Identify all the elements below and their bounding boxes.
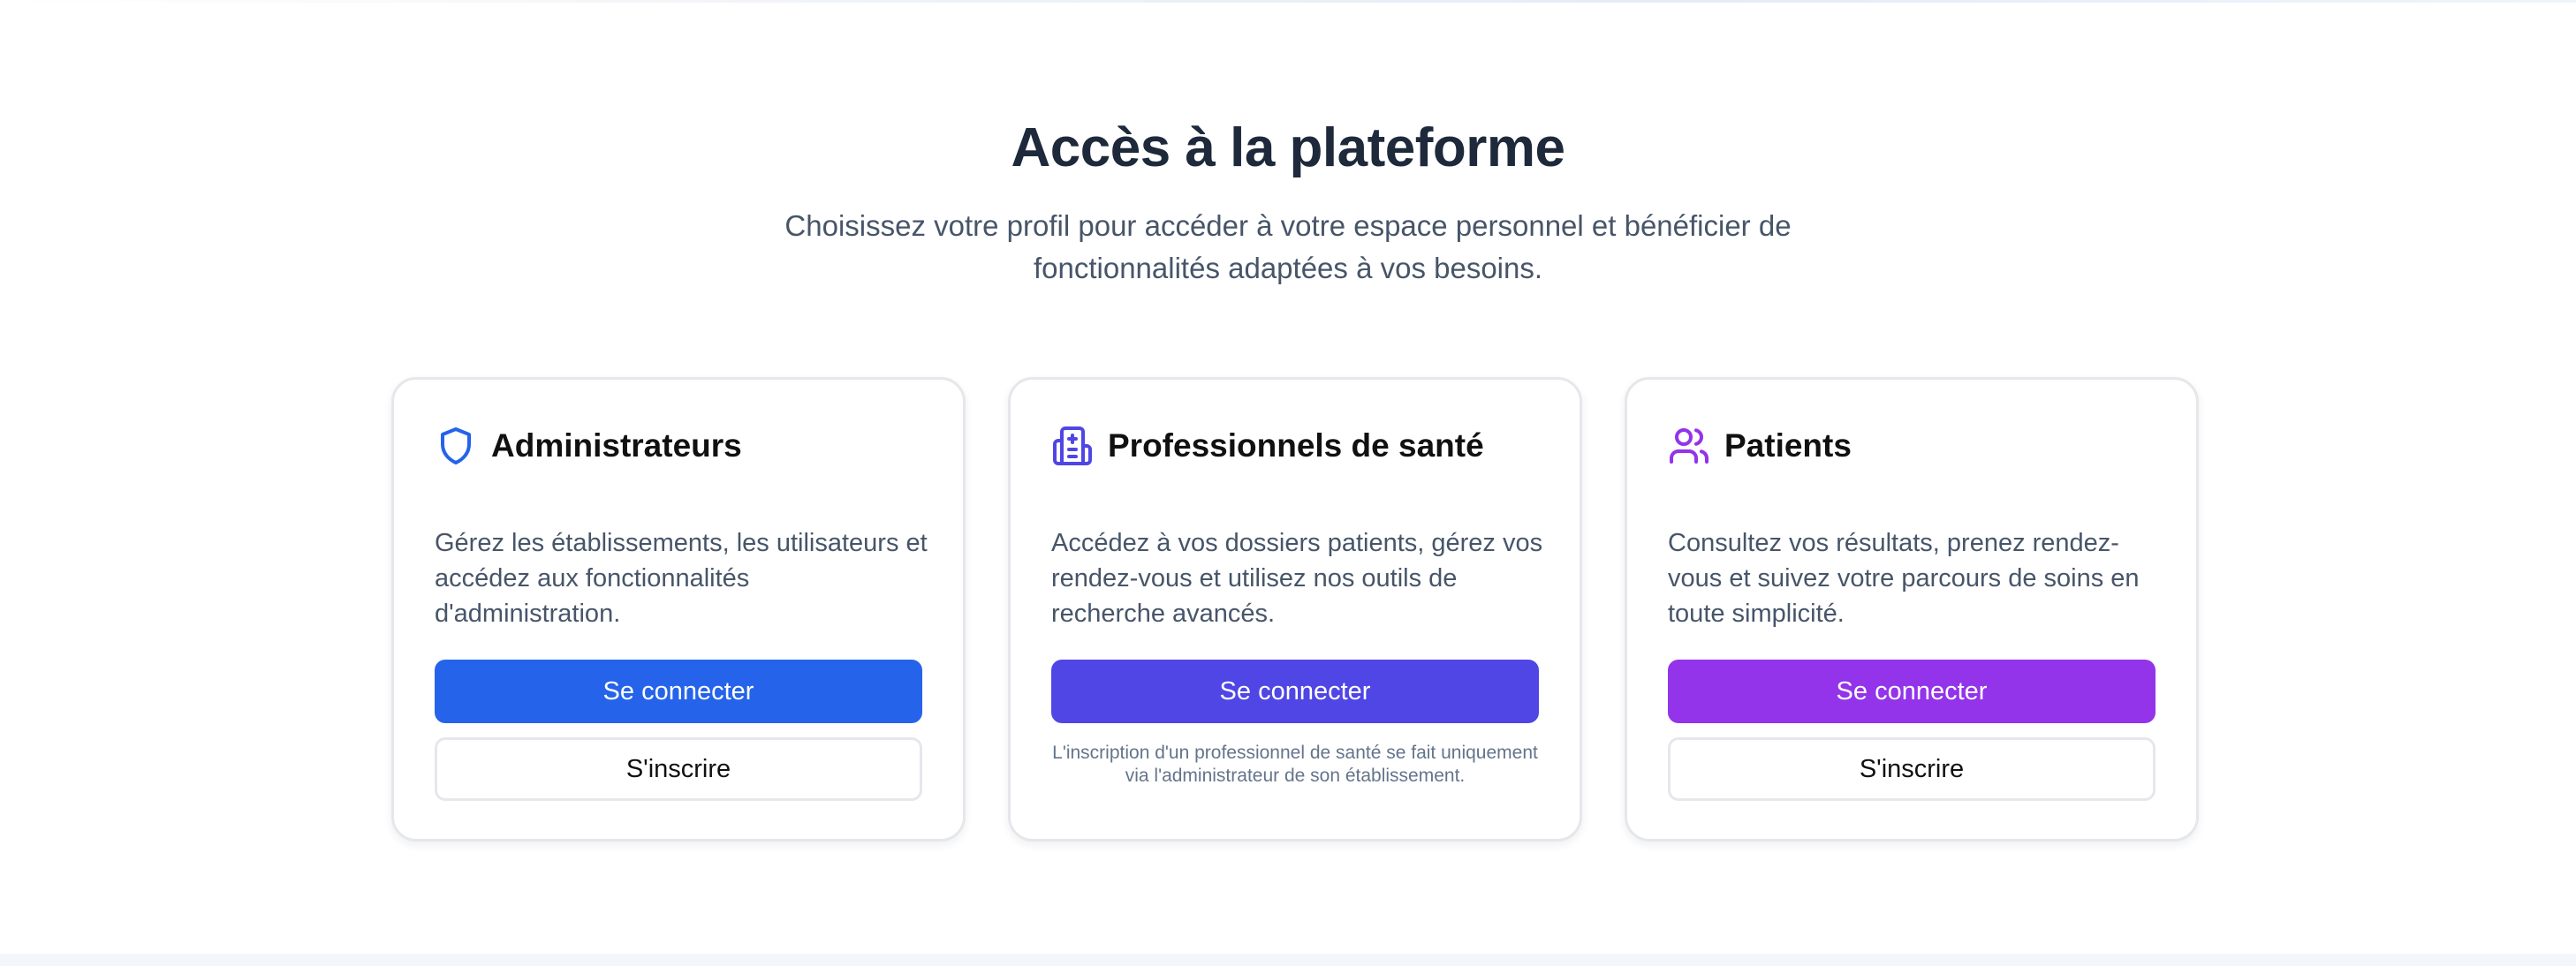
card-patients: Patients Consultez vos résultats, prenez… — [1625, 377, 2199, 841]
card-administrateurs: Administrateurs Gérez les établissements… — [391, 377, 966, 841]
card-header: Professionnels de santé — [1051, 424, 1484, 468]
page-subtitle: Choisissez votre profil pour accéder à v… — [784, 209, 1792, 284]
admin-signup-button[interactable]: S'inscrire — [435, 737, 922, 801]
card-header: Patients — [1668, 424, 1852, 468]
card-professionnels: Professionnels de santé Accédez à vos do… — [1008, 377, 1582, 841]
patient-login-button[interactable]: Se connecter — [1668, 660, 2156, 723]
page-title: Accès à la plateforme — [1011, 117, 1565, 178]
card-description: Accédez à vos dossiers patients, gérez v… — [1051, 529, 1543, 628]
shield-icon — [435, 425, 477, 467]
admin-login-button[interactable]: Se connecter — [435, 660, 922, 723]
card-description: Consultez vos résultats, prenez rendez-v… — [1668, 529, 2140, 628]
users-icon — [1668, 425, 1710, 467]
card-header: Administrateurs — [435, 424, 742, 468]
card-title: Administrateurs — [491, 427, 742, 464]
signup-note: L'inscription d'un professionnel de sant… — [1052, 743, 1538, 786]
card-title: Professionnels de santé — [1108, 427, 1484, 464]
card-title: Patients — [1724, 427, 1852, 464]
top-divider — [0, 0, 2576, 3]
hospital-icon — [1051, 425, 1094, 467]
bottom-band — [0, 954, 2576, 966]
pro-login-button[interactable]: Se connecter — [1051, 660, 1539, 723]
card-description: Gérez les établissements, les utilisateu… — [435, 529, 928, 628]
patient-signup-button[interactable]: S'inscrire — [1668, 737, 2156, 801]
